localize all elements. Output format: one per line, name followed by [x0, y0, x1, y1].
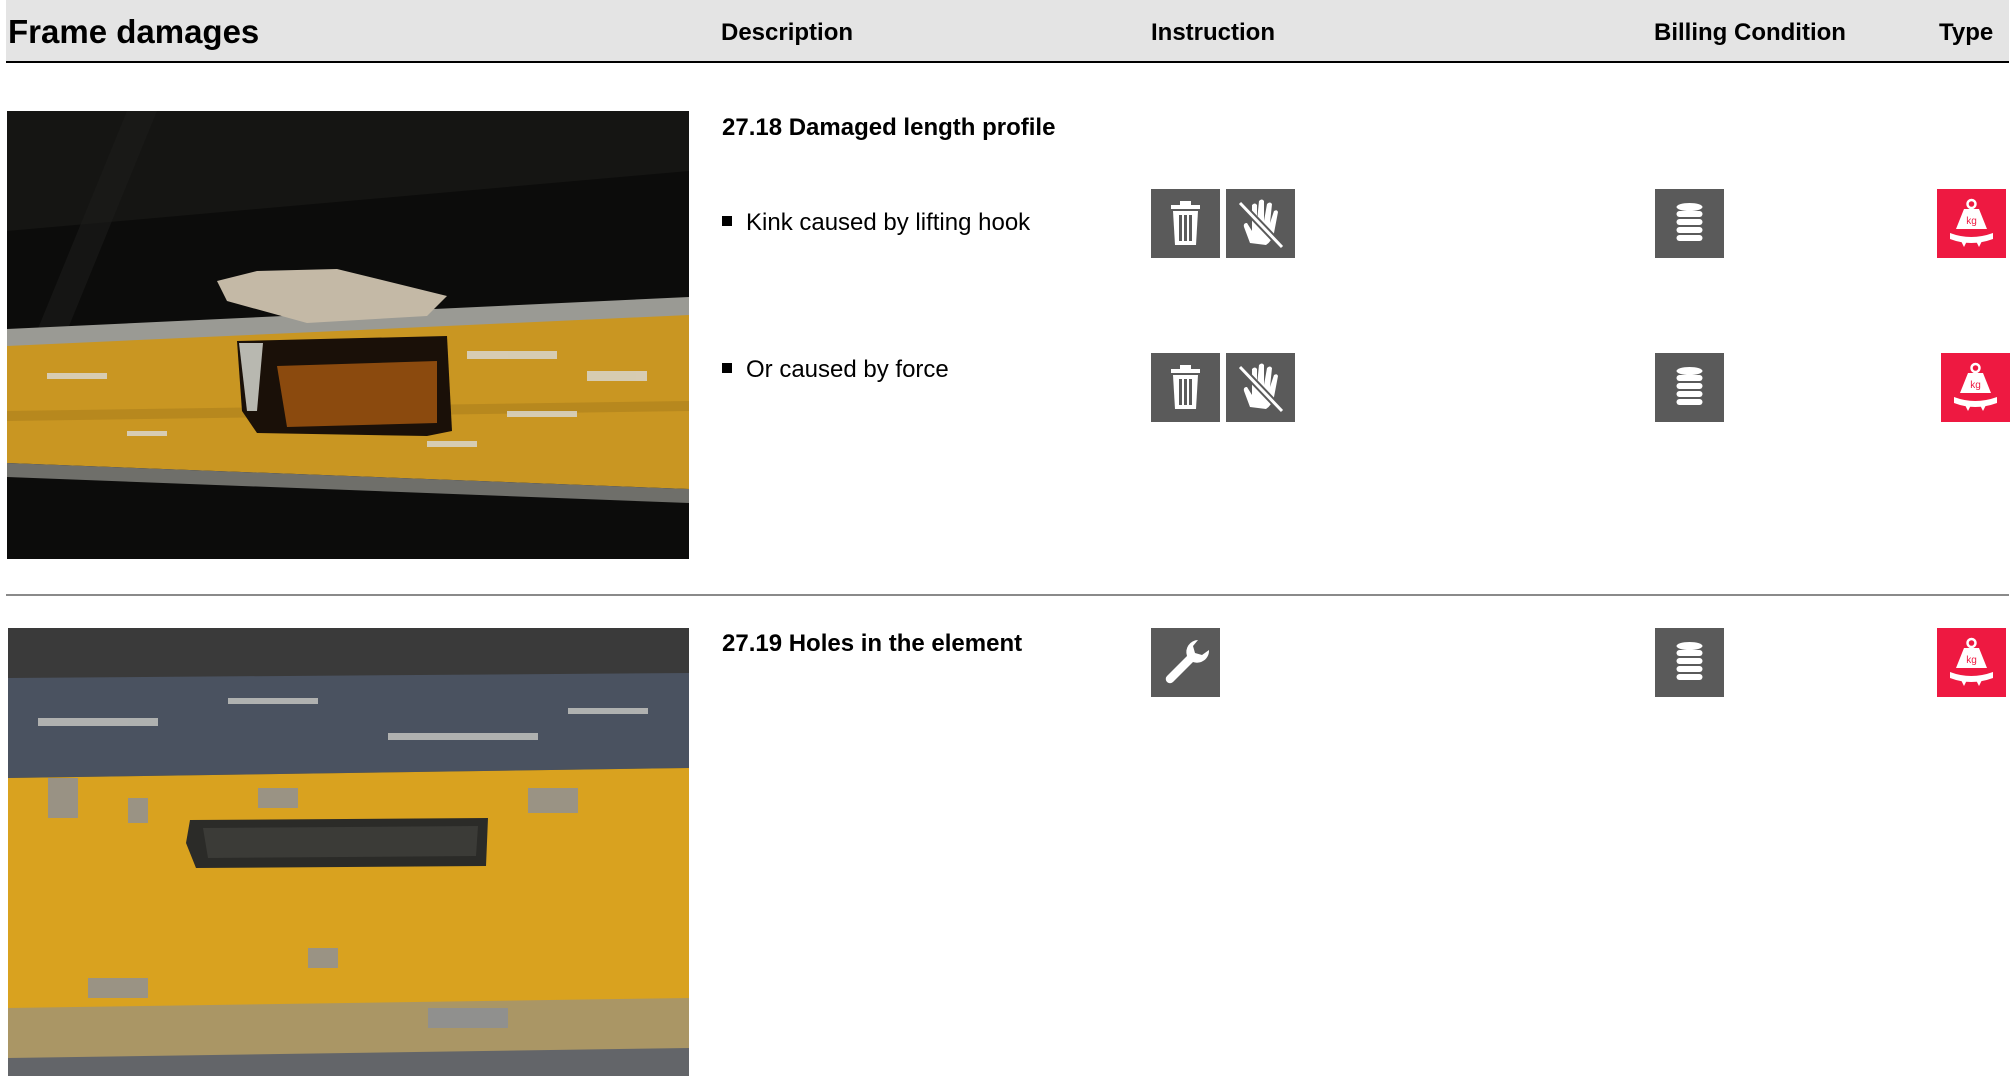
section-title: 27.19 Holes in the element [722, 630, 1023, 657]
column-header-instruction: Instruction [1151, 19, 1275, 46]
no-touch-icon [1226, 189, 1295, 258]
damage-item: Or caused by force [722, 356, 949, 384]
weight-label: kg [1970, 380, 1981, 391]
damage-item: Kink caused by lifting hook [722, 209, 1030, 237]
weight-label: kg [1966, 216, 1977, 227]
bullet-square [722, 363, 732, 373]
weight-label: kg [1966, 655, 1977, 666]
weight-kg-icon: kg [1937, 189, 2006, 258]
no-touch-icon [1226, 353, 1295, 422]
damage-photo-kink [7, 111, 689, 559]
wrench-icon [1151, 628, 1220, 697]
weight-kg-icon: kg [1937, 628, 2006, 697]
damage-item-text: Kink caused by lifting hook [746, 209, 1031, 236]
coins-stack-icon [1655, 628, 1724, 697]
table-header: Frame damages Description Instruction Bi… [6, 0, 2009, 63]
column-header-description: Description [721, 19, 854, 46]
section-title: 27.18 Damaged length profile [722, 114, 1056, 141]
damage-photo-hole [8, 628, 689, 1076]
weight-kg-icon: kg [1941, 353, 2010, 422]
coins-stack-icon [1655, 189, 1724, 258]
column-header-billing: Billing Condition [1654, 19, 1846, 46]
trash-icon [1151, 353, 1220, 422]
trash-icon [1151, 189, 1220, 258]
damage-item-text: Or caused by force [746, 356, 949, 383]
section-divider [6, 594, 2009, 596]
coins-stack-icon [1655, 353, 1724, 422]
bullet-square [722, 216, 732, 226]
page-title: Frame damages [8, 13, 260, 50]
column-header-type: Type [1939, 19, 1994, 46]
